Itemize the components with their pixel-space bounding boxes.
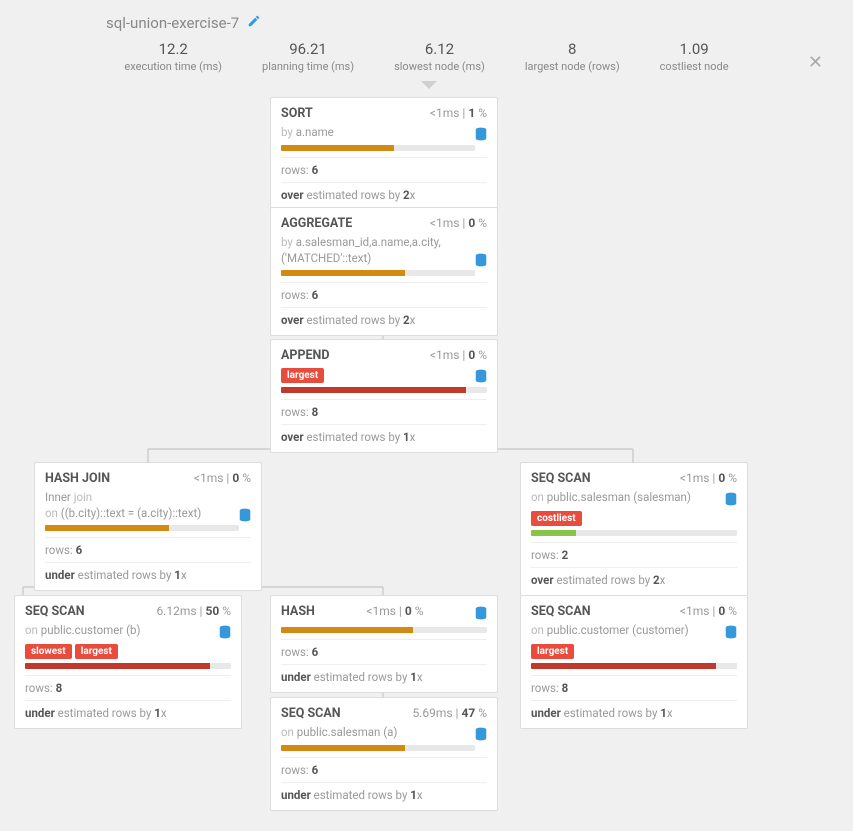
largest-badge: largest: [531, 644, 574, 659]
node-sort[interactable]: SORT <1ms | 1 % by a.name rows: 6 over e…: [270, 97, 498, 211]
largest-badge: largest: [75, 644, 118, 659]
database-icon: [475, 606, 487, 623]
node-timing: <1ms | 0 %: [680, 604, 737, 618]
node-timing: 6.12ms | 50 %: [156, 604, 231, 618]
node-append[interactable]: APPEND <1ms | 0 % largest rows: 8 over e…: [270, 339, 498, 453]
largest-badge: largest: [281, 368, 324, 383]
database-icon: [725, 625, 737, 644]
node-name: SEQ SCAN: [531, 471, 591, 486]
node-name: SEQ SCAN: [25, 604, 85, 619]
stats-bar: 12.2execution time (ms) 96.21planning ti…: [18, 36, 835, 83]
node-name: SEQ SCAN: [281, 706, 341, 721]
node-aggregate[interactable]: AGGREGATE <1ms | 0 % by a.salesman_id,a.…: [270, 207, 498, 336]
node-name: SEQ SCAN: [531, 604, 591, 619]
node-seqscan-customer[interactable]: SEQ SCAN <1ms | 0 % on public.customer (…: [520, 595, 748, 729]
node-timing: <1ms | 0 %: [430, 348, 487, 362]
node-name: HASH JOIN: [45, 471, 110, 486]
node-timing: <1ms | 1 %: [430, 106, 487, 120]
node-seqscan-salesman[interactable]: SEQ SCAN <1ms | 0 % on public.salesman (…: [520, 462, 748, 596]
database-icon: [725, 492, 737, 511]
database-icon: [475, 369, 487, 386]
node-timing: <1ms | 0 %: [430, 216, 487, 230]
edit-icon[interactable]: [247, 14, 261, 32]
node-name: HASH: [281, 604, 315, 619]
database-icon: [475, 127, 487, 146]
node-hashjoin[interactable]: HASH JOIN <1ms | 0 % Inner join on ((b.c…: [34, 462, 262, 591]
node-hash[interactable]: HASH <1ms | 0 % rows: 6 under estimated …: [270, 595, 498, 693]
node-seqscan-customer-b[interactable]: SEQ SCAN 6.12ms | 50 % on public.custome…: [14, 595, 242, 729]
stat-costliest: 1.09costliest node: [660, 40, 729, 73]
database-icon: [239, 508, 251, 527]
database-icon: [475, 727, 487, 746]
slowest-badge: slowest: [25, 644, 72, 659]
stat-exec-time: 12.2execution time (ms): [124, 40, 222, 73]
node-timing: <1ms | 0 %: [366, 604, 423, 618]
database-icon: [219, 625, 231, 644]
page-title: sql-union-exercise-7: [106, 14, 239, 32]
stat-largest: 8largest node (rows): [525, 40, 620, 73]
node-timing: <1ms | 0 %: [194, 471, 251, 485]
database-icon: [475, 253, 487, 272]
node-timing: 5.69ms | 47 %: [412, 706, 487, 720]
node-name: SORT: [281, 106, 313, 121]
chevron-down-icon: [421, 81, 437, 89]
stat-plan-time: 96.21planning time (ms): [262, 40, 354, 73]
node-seqscan-salesman-a[interactable]: SEQ SCAN 5.69ms | 47 % on public.salesma…: [270, 697, 498, 811]
close-icon[interactable]: ✕: [808, 52, 823, 73]
node-name: APPEND: [281, 348, 330, 363]
stat-slowest: 6.12slowest node (ms): [394, 40, 485, 73]
node-name: AGGREGATE: [281, 216, 352, 231]
node-timing: <1ms | 0 %: [680, 471, 737, 485]
costliest-badge: costliest: [531, 511, 582, 526]
